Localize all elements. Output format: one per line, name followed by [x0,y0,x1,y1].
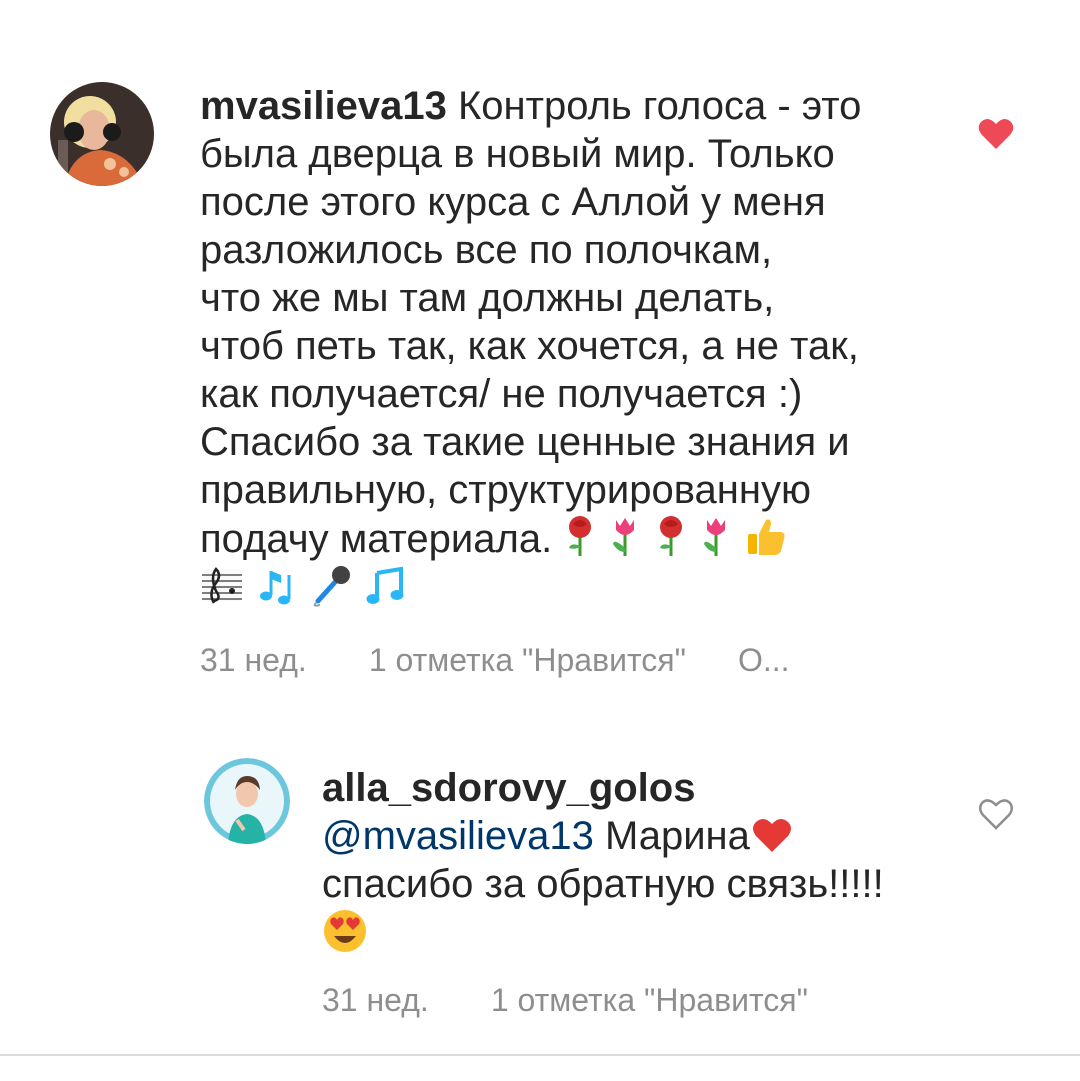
avatar-photo [204,758,290,844]
heart-icon[interactable] [976,114,1016,154]
avatar-mvasilieva13[interactable] [50,82,154,186]
comment-1-line-7: как получается/ не получается :) [200,372,803,416]
comment-1-line-11 [200,563,940,612]
comment-1-more-options[interactable]: О... [738,642,790,679]
comment-2-line-1: alla_sdorovy_golos [322,764,962,812]
comment-1-line-2: была дверца в новый мир. Только [200,132,835,176]
avatar-photo [50,82,154,186]
comment-2-username[interactable]: alla_sdorovy_golos [322,766,695,810]
heart-eyes-face-icon [324,910,366,952]
divider [0,1054,1080,1056]
microphone-icon [313,566,351,607]
mention-link[interactable]: @mvasilieva13 [322,814,594,858]
comment-2-likes-count[interactable]: 1 отметка "Нравится" [491,982,808,1019]
red-heart-icon [752,818,791,852]
heart-outline-icon[interactable] [976,794,1016,834]
thumbs-up-icon [747,519,785,555]
rose-icon [659,516,682,556]
comment-2-line-4 [322,908,962,959]
comment-1-username[interactable]: mvasilieva13 [200,84,447,128]
comment-1-line-8: Спасибо за такие ценные знания и [200,420,850,464]
comment-1-likes-count[interactable]: 1 отметка "Нравится" [369,642,686,679]
comment-1: mvasilieva13 Контроль голоса - это была … [0,0,1080,700]
comment-1-line-1: mvasilieva13 Контроль голоса - это [200,84,862,128]
comment-2-line-3: спасибо за обратную связь!!!!! [322,862,884,906]
comment-1-line-3: после этого курса с Аллой у меня [200,180,826,224]
avatar-alla-sdorovy-golos[interactable] [204,758,290,844]
comment-2-meta: 31 нед. 1 отметка "Нравится" [322,982,808,1019]
comment-1-text: mvasilieva13 Контроль голоса - это была … [200,82,940,612]
musical-notes-icon [260,571,291,605]
musical-score-icon [202,567,242,604]
comment-2-text: alla_sdorovy_golos @mvasilieva13 Марина … [322,764,962,959]
musical-note-icon [366,566,404,604]
tulip-icon [703,518,725,556]
comment-2-reply: alla_sdorovy_golos @mvasilieva13 Марина … [0,720,1080,1050]
tulip-icon [613,518,635,556]
comment-1-time[interactable]: 31 нед. [200,642,307,679]
comment-1-line-4: разложилось все по полочкам, [200,228,773,272]
comment-1-line-10: подачу материала. [200,514,940,563]
comment-2-line-2: @mvasilieva13 Марина [322,812,962,860]
comment-1-meta: 31 нед. 1 отметка "Нравится" О... [200,642,790,679]
comment-1-line-5: что же мы там должны делать, [200,276,775,320]
comment-2-time[interactable]: 31 нед. [322,982,429,1019]
comment-1-line-9: правильную, структурированную [200,468,811,512]
comment-1-line-6: чтоб петь так, как хочется, а не так, [200,324,859,368]
rose-icon [569,516,592,556]
